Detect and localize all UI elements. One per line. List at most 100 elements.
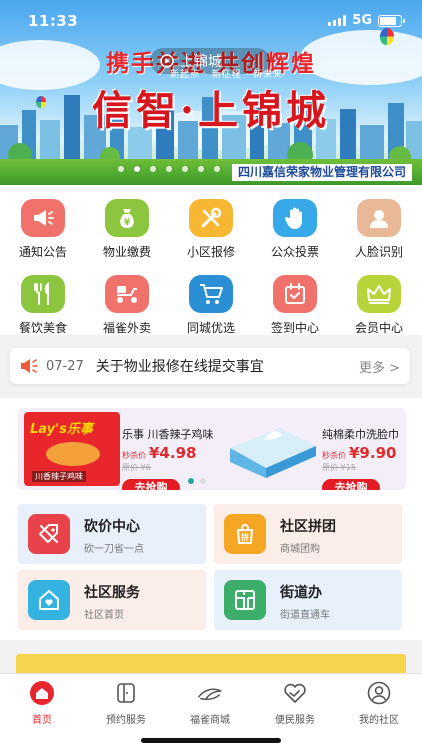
feature-section: Lay's乐事 川香辣子鸡味 乐事 川香辣子鸡味 秒杀价 ¥4.98 原价 ¥6… bbox=[0, 398, 422, 640]
utensils-icon bbox=[21, 275, 65, 313]
tab-convenience[interactable]: 便民服务 bbox=[253, 680, 337, 726]
flash-sale-banner[interactable]: Lay's乐事 川香辣子鸡味 乐事 川香辣子鸡味 秒杀价 ¥4.98 原价 ¥6… bbox=[18, 408, 406, 490]
bird-icon bbox=[197, 680, 223, 706]
price-label: 秒杀价 bbox=[122, 451, 146, 460]
buy-now-button[interactable]: 去抢购 bbox=[322, 479, 380, 490]
menu-item-face-recognition[interactable]: 人脸识别 bbox=[337, 199, 421, 260]
person-icon bbox=[357, 199, 401, 237]
tile-subtitle: 社区首页 bbox=[84, 610, 124, 621]
food-image bbox=[46, 442, 100, 466]
tab-home[interactable]: 首页 bbox=[0, 680, 84, 726]
price-row: 秒杀价 ¥4.98 bbox=[122, 444, 214, 462]
tab-booking[interactable]: 预约服务 bbox=[84, 680, 168, 726]
menu-item-dining[interactable]: 餐饮美食 bbox=[1, 275, 85, 336]
tab-label: 预约服务 bbox=[106, 715, 146, 726]
product-info: 纯棉柔巾洗脸巾 秒杀价 ¥9.90 原价 ¥15 去抢购 bbox=[322, 426, 399, 490]
tab-my-community[interactable]: 我的社区 bbox=[337, 680, 421, 726]
tile-street-office[interactable]: 街道办 街道直通车 bbox=[214, 570, 402, 630]
menu-item-vote[interactable]: 公众投票 bbox=[253, 199, 337, 260]
carousel-dot[interactable] bbox=[214, 166, 220, 172]
original-price: 原价 ¥15 bbox=[322, 463, 356, 472]
tile-subtitle: 砍一刀省一点 bbox=[84, 544, 144, 555]
banner-carousel[interactable]: 11:33 5G 携手并进 共创辉煌 上锦城 新起点 · 新征程 · 新未来 信… bbox=[0, 0, 422, 185]
carousel-dot[interactable] bbox=[150, 166, 156, 172]
notice-more-link[interactable]: 更多 > bbox=[359, 357, 400, 376]
original-price: 原价 ¥6 bbox=[122, 463, 151, 472]
menu-item-local-select[interactable]: 同城优选 bbox=[169, 275, 253, 336]
map-grid-icon bbox=[224, 580, 266, 620]
hand-icon bbox=[273, 199, 317, 237]
tile-title: 社区服务 bbox=[84, 585, 140, 601]
tools-icon bbox=[189, 199, 233, 237]
promo-dots bbox=[188, 478, 206, 484]
next-banner-peek[interactable] bbox=[16, 654, 406, 674]
tab-label: 首页 bbox=[32, 715, 52, 726]
carousel-dot[interactable] bbox=[118, 166, 124, 172]
network-type: 5G bbox=[352, 13, 372, 28]
tile-title: 砍价中心 bbox=[84, 519, 140, 535]
menu-label: 同城优选 bbox=[186, 321, 235, 335]
carousel-dot[interactable] bbox=[198, 166, 204, 172]
carousel-dot[interactable] bbox=[134, 166, 140, 172]
product-card[interactable]: 纯棉柔巾洗脸巾 秒杀价 ¥9.90 原价 ¥15 去抢购 bbox=[218, 408, 406, 490]
megaphone-icon bbox=[21, 199, 65, 237]
status-bar: 11:33 5G bbox=[0, 0, 422, 40]
house-heart-icon bbox=[28, 580, 70, 620]
carousel-dot[interactable] bbox=[182, 166, 188, 172]
status-time: 11:33 bbox=[28, 12, 79, 30]
menu-label: 福雀外卖 bbox=[102, 321, 151, 335]
flavor-label: 川香辣子鸡味 bbox=[32, 471, 86, 482]
product-price: ¥4.98 bbox=[149, 444, 197, 462]
home-indicator bbox=[141, 738, 281, 743]
service-menu: 通知公告 ¥ 物业缴费 小区报修 公众投票 人脸识别 餐饮美食 福雀外卖 同城优… bbox=[0, 185, 422, 335]
price-row: 秒杀价 ¥9.90 bbox=[322, 444, 399, 462]
tile-subtitle: 街道直通车 bbox=[280, 610, 330, 621]
door-icon bbox=[113, 680, 139, 706]
menu-item-repair[interactable]: 小区报修 bbox=[169, 199, 253, 260]
tab-mall[interactable]: 福雀商城 bbox=[168, 680, 252, 726]
menu-item-checkin[interactable]: 签到中心 bbox=[253, 275, 337, 336]
menu-item-property-fee[interactable]: ¥ 物业缴费 bbox=[85, 199, 169, 260]
notice-bar[interactable]: 07-27 关于物业报修在线提交事宜 更多 > bbox=[10, 348, 410, 384]
menu-label: 签到中心 bbox=[270, 321, 319, 335]
menu-label: 通知公告 bbox=[18, 245, 67, 259]
tile-title: 社区拼团 bbox=[280, 519, 336, 535]
tile-title: 街道办 bbox=[280, 585, 322, 601]
play-icon bbox=[160, 54, 174, 68]
tile-group-buy[interactable]: 拼 社区拼团 商城团购 bbox=[214, 504, 402, 564]
menu-item-member[interactable]: 会员中心 bbox=[337, 275, 421, 336]
calendar-check-icon bbox=[273, 275, 317, 313]
company-name: 四川嘉信荣家物业管理有限公司 bbox=[231, 164, 412, 181]
tab-label: 福雀商城 bbox=[190, 715, 230, 726]
carousel-dots[interactable] bbox=[118, 166, 220, 172]
home-icon bbox=[29, 680, 55, 706]
price-label: 秒杀价 bbox=[322, 451, 346, 460]
section-divider bbox=[0, 640, 422, 654]
crown-icon bbox=[357, 275, 401, 313]
tab-label: 便民服务 bbox=[275, 715, 315, 726]
menu-item-takeout[interactable]: 福雀外卖 bbox=[85, 275, 169, 336]
menu-label: 公众投票 bbox=[270, 245, 319, 259]
user-icon bbox=[366, 680, 392, 706]
cart-icon bbox=[189, 275, 233, 313]
price-tag-icon bbox=[28, 514, 70, 554]
signal-icon bbox=[328, 15, 347, 26]
status-right: 5G bbox=[328, 13, 405, 28]
menu-item-notice[interactable]: 通知公告 bbox=[1, 199, 85, 260]
tab-label: 我的社区 bbox=[359, 715, 399, 726]
tile-bargain-center[interactable]: 砍价中心 砍一刀省一点 bbox=[18, 504, 206, 564]
brand-logo: Lay's乐事 bbox=[30, 422, 93, 437]
speaker-icon bbox=[14, 348, 44, 384]
notice-text[interactable]: 关于物业报修在线提交事宜 bbox=[96, 356, 264, 376]
buy-now-button[interactable]: 去抢购 bbox=[122, 479, 180, 490]
product-card[interactable]: Lay's乐事 川香辣子鸡味 乐事 川香辣子鸡味 秒杀价 ¥4.98 原价 ¥6… bbox=[18, 408, 214, 490]
menu-label: 小区报修 bbox=[186, 245, 235, 259]
battery-icon bbox=[378, 14, 405, 27]
tile-community-service[interactable]: 社区服务 社区首页 bbox=[18, 570, 206, 630]
menu-label: 会员中心 bbox=[354, 321, 403, 335]
svg-text:¥: ¥ bbox=[124, 218, 131, 228]
tile-subtitle: 商城团购 bbox=[280, 544, 320, 555]
carousel-dot[interactable] bbox=[166, 166, 172, 172]
group-buy-icon: 拼 bbox=[224, 514, 266, 554]
menu-label: 物业缴费 bbox=[102, 245, 151, 259]
